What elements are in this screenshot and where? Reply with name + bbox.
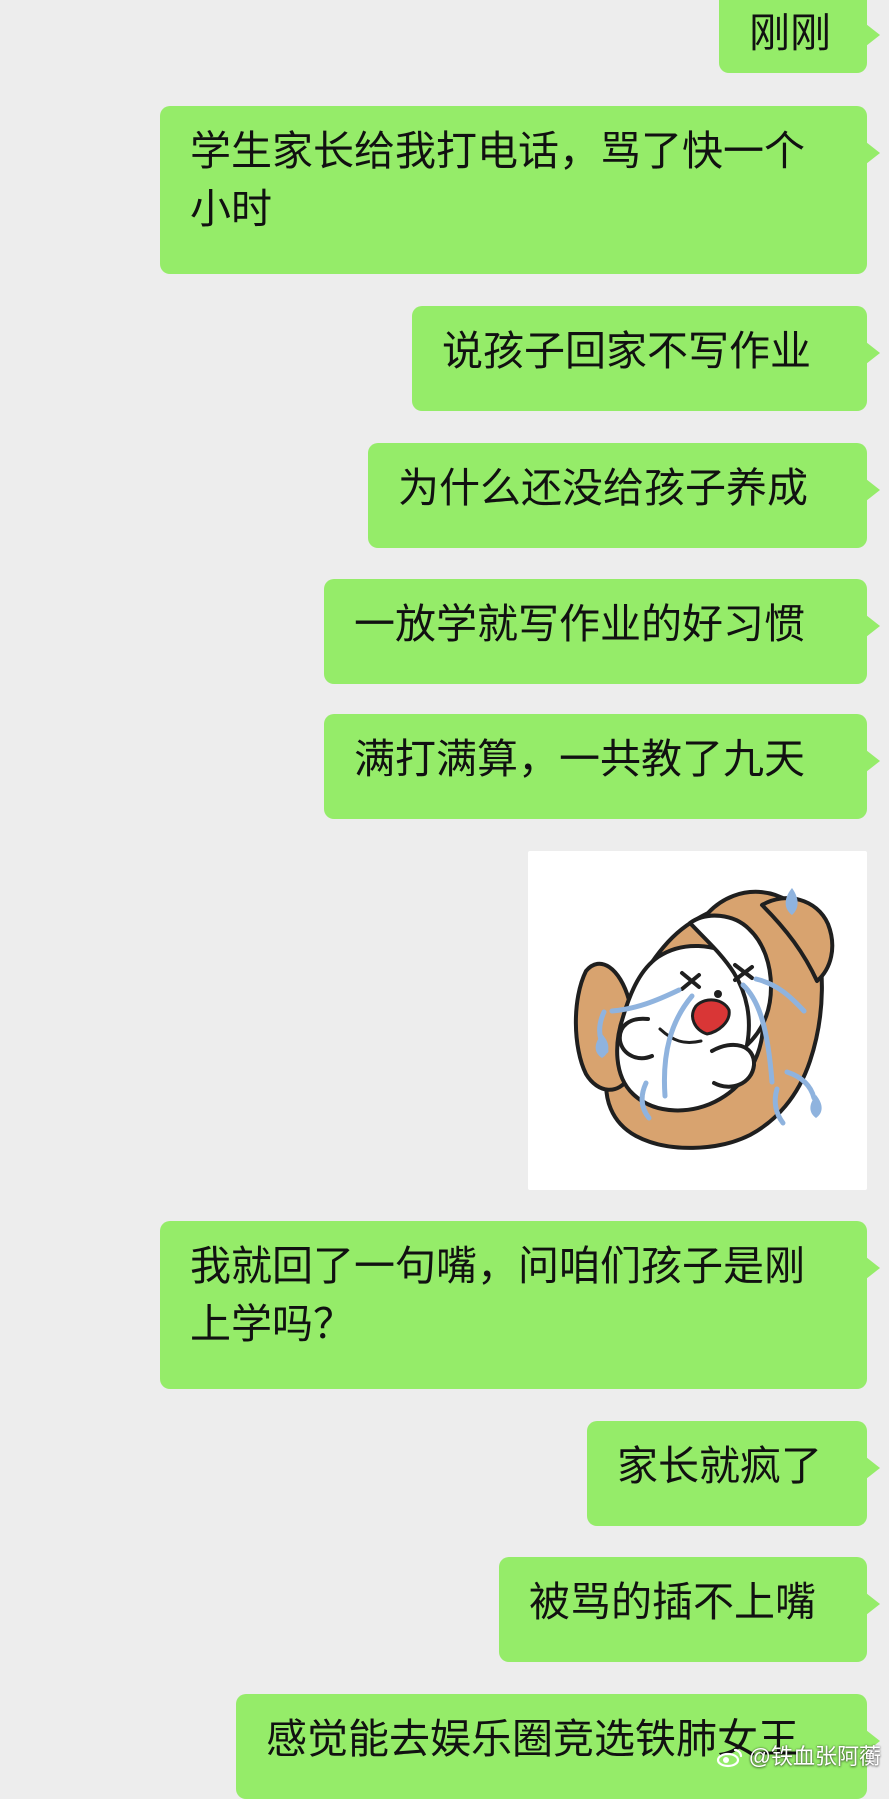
message-bubble-5[interactable]: 一放学就写作业的好习惯 (324, 579, 880, 684)
watermark-text: @铁血张阿蘅 (748, 1744, 881, 1769)
message-bubble-1[interactable]: 刚刚 (719, 0, 880, 73)
message-bubble-4[interactable]: 为什么还没给孩子养成 (368, 443, 880, 548)
crying-puppy-sticker[interactable] (528, 851, 867, 1190)
message-bubble-7[interactable]: 我就回了一句嘴，问咱们孩子是刚上学吗？ (160, 1221, 880, 1389)
message-text: 刚刚 (749, 9, 831, 57)
weibo-logo-icon (716, 1748, 742, 1768)
crying-puppy-sticker-icon (573, 888, 835, 1150)
message-text: 说孩子回家不写作业 (442, 327, 811, 375)
message-text: 我就回了一句嘴，问咱们孩子是刚上学吗？ (190, 1242, 805, 1348)
message-text: 被骂的插不上嘴 (529, 1578, 816, 1626)
weibo-watermark: @铁血张阿蘅 (715, 1741, 881, 1773)
message-text: 为什么还没给孩子养成 (398, 464, 808, 512)
message-text: 一放学就写作业的好习惯 (354, 600, 805, 648)
message-bubble-8[interactable]: 家长就疯了 (587, 1421, 880, 1526)
message-bubble-9[interactable]: 被骂的插不上嘴 (499, 1557, 880, 1662)
message-text: 家长就疯了 (617, 1442, 822, 1490)
chat-message-list[interactable]: 刚刚 学生家长给我打电话，骂了快一个小时 说孩子回家不写作业 为什么还没给孩子养… (0, 0, 889, 1799)
message-text: 满打满算，一共教了九天 (354, 735, 805, 783)
message-text: 学生家长给我打电话，骂了快一个小时 (190, 127, 805, 233)
message-bubble-2[interactable]: 学生家长给我打电话，骂了快一个小时 (160, 106, 880, 274)
message-bubble-6[interactable]: 满打满算，一共教了九天 (324, 714, 880, 819)
message-bubble-3[interactable]: 说孩子回家不写作业 (412, 306, 880, 411)
